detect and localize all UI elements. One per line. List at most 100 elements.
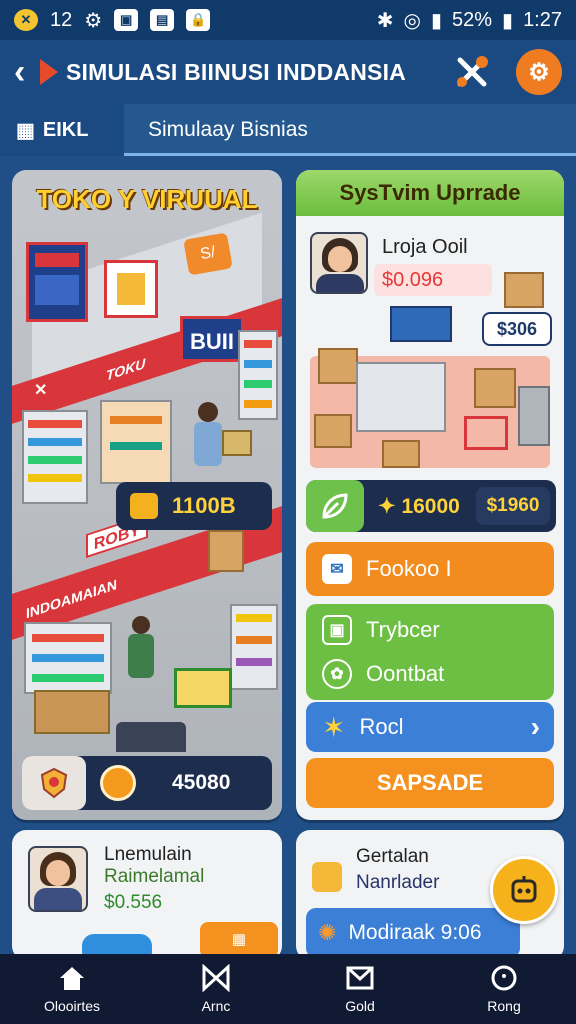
tools-button[interactable]	[452, 52, 492, 92]
store-stats-bar[interactable]: 45080	[22, 756, 272, 810]
storage-rack	[518, 386, 550, 446]
store-badge	[22, 756, 86, 810]
book-icon: ▦	[16, 119, 35, 142]
nav-item-home[interactable]: Olooirtes	[0, 954, 144, 1024]
oontbat-label: Oontbat	[366, 661, 445, 686]
checkout-desk	[356, 362, 446, 432]
employee-avatar	[28, 846, 88, 912]
upgrade-stats-bar[interactable]: ✦ 16000 $1960	[306, 480, 556, 532]
fookoo-button[interactable]: ✉ Fookoo I	[306, 542, 554, 596]
tab-simulation[interactable]: Simulaay Bisnias	[124, 104, 576, 156]
battery-icon: ▮	[502, 9, 514, 32]
back-arrow-icon[interactable]: ‹	[14, 53, 40, 92]
manager-price: $0.096	[374, 264, 492, 296]
status-bar: ✕ 12 ⚙ ▣ ▤ 🔒 ✱ ◎ ▮ 52% ▮ 1:27	[0, 0, 576, 40]
app-notification-icon: ✕	[14, 9, 38, 31]
crate	[382, 440, 420, 468]
app-header: ‹ SIMULASI BIINUSI INDDANSIA ⚙	[0, 40, 576, 104]
wrench-icon	[457, 56, 488, 87]
crate	[34, 690, 110, 734]
bottom-nav: Olooirtes Arnc Gold Rong	[0, 954, 576, 1024]
poster-sign	[104, 260, 158, 318]
nav-item-gold[interactable]: Gold	[288, 954, 432, 1024]
product-shelf	[22, 410, 88, 504]
robot-icon	[511, 876, 537, 903]
coin-icon	[100, 765, 136, 801]
gallery-status-icon: ▤	[150, 9, 175, 31]
lower-shelf	[24, 622, 112, 694]
crate	[314, 414, 352, 448]
crate	[474, 368, 516, 408]
info-line2: Nanrlader	[356, 872, 440, 893]
page-title: SIMULASI BIINUSI INDDANSIA	[66, 58, 406, 85]
tray-icon	[312, 862, 342, 892]
mail-icon	[346, 966, 374, 990]
upgrade-price-tag: $306	[482, 312, 552, 346]
floating-action-button[interactable]	[490, 856, 558, 924]
leaf-button[interactable]	[306, 480, 364, 532]
board-icon: ▣	[322, 615, 352, 645]
sapsade-button[interactable]: SAPSADE	[306, 758, 554, 808]
shopper2-head	[132, 616, 150, 634]
trybcer-button[interactable]: ▣ Trybcer	[322, 615, 440, 645]
profile-icon	[491, 965, 517, 991]
brand-logo-icon	[40, 59, 58, 85]
chevron-right-icon: ›	[530, 711, 540, 742]
tab-bar: ▦ EIKL Simulaay Bisnias	[0, 104, 576, 156]
checkout-counter	[116, 722, 186, 752]
store-coin-value: 45080	[172, 771, 231, 794]
modiraak-button[interactable]: ✺ Modiraak 9:06	[306, 908, 520, 958]
mail-icon: ✉	[322, 554, 352, 584]
bowtie-icon	[202, 964, 230, 992]
employee-card[interactable]: Lnemulain Raimelamal $0.556 ▦	[12, 830, 282, 960]
employee-salary: $0.556	[104, 892, 163, 913]
sapsade-label: SAPSADE	[376, 770, 484, 795]
nav-label-arnc: Arnc	[201, 998, 231, 1014]
fookoo-label: Fookoo I	[366, 556, 452, 581]
tab-simulation-label: Simulaay Bisnias	[148, 118, 308, 141]
display-window	[100, 400, 172, 484]
employee-line1: Lnemulain	[104, 844, 192, 865]
wifi-icon: ◎	[403, 9, 421, 32]
tab-eikl-label: EIKL	[42, 118, 89, 141]
sign-bui: BUII	[180, 316, 244, 362]
manager-avatar	[310, 232, 368, 294]
nav-item-rong[interactable]: Rong	[432, 954, 576, 1024]
nav-item-arnc[interactable]: Arnc	[144, 954, 288, 1024]
clock: 1:27	[523, 8, 562, 31]
settings-button[interactable]: ⚙	[516, 49, 562, 95]
cart-icon	[130, 493, 158, 519]
virtual-store-panel[interactable]: TOKO Y VIRUUAL S/ ✕ TOKU BUII ROBY INDOA…	[12, 170, 282, 820]
shopping-cart	[174, 668, 232, 708]
rocl-button[interactable]: ✶ Rocl ›	[306, 702, 554, 752]
awning-mark: ✕	[34, 382, 48, 399]
system-upgrade-panel: SysTvim Uprrade Lroja Ooil $0.096 $306 ✦…	[296, 170, 564, 820]
gear-icon: ⚙	[528, 58, 550, 86]
signal-icon: ▮	[431, 9, 443, 32]
shopper-body	[194, 422, 222, 466]
info-line1: Gertalan	[356, 846, 429, 867]
burst-icon: ✺	[318, 920, 337, 945]
trybcer-label: Trybcer	[366, 617, 440, 642]
tab-eikl[interactable]: ▦ EIKL	[0, 104, 124, 156]
nav-label-rong: Rong	[487, 998, 521, 1014]
store-price-pill[interactable]: 1100B	[116, 482, 272, 530]
side-shelf	[238, 330, 278, 420]
shopper2-body	[128, 634, 154, 678]
nav-label-gold: Gold	[345, 998, 375, 1014]
counter-box	[222, 430, 252, 456]
oontbat-button[interactable]: ✿ Oontbat	[322, 659, 444, 689]
system-upgrade-title: SysTvim Uprrade	[296, 170, 564, 216]
battery-percent: 52%	[452, 8, 493, 31]
upgrade-secondary-value: $1960	[476, 487, 550, 525]
manager-name: Lroja Ooil	[382, 236, 468, 258]
shield-icon	[40, 767, 68, 799]
lower-side-shelf	[230, 604, 278, 690]
flower-icon: ✿	[322, 659, 352, 689]
modiraak-label: Modiraak 9:06	[348, 921, 482, 944]
store-price-value: 1100B	[172, 493, 236, 518]
upgrade-stat-value: ✦ 16000	[378, 494, 460, 518]
employee-tag-icon[interactable]: ▦	[200, 922, 278, 958]
orange-sign: S/	[183, 232, 233, 276]
billboard-sign	[26, 242, 88, 322]
